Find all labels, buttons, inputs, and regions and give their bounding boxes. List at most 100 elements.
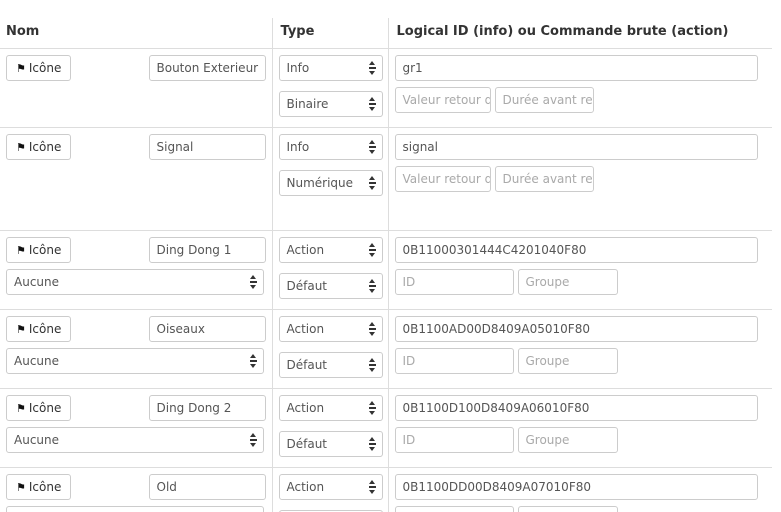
table-row: ⚑ Icône Ding Dong 1 Aucune Action Défaut 0B110… [0, 230, 772, 310]
commands-table: Nom Type Logical ID (info) ou Commande b… [0, 18, 772, 512]
command-input[interactable]: signal [394, 134, 758, 160]
name-input[interactable]: Old [148, 474, 266, 500]
command-table-page: Nom Type Logical ID (info) ou Commande b… [0, 0, 781, 512]
groupe-input[interactable]: Groupe [517, 269, 618, 295]
subtype-select[interactable]: Numérique [278, 170, 383, 196]
table-body: ⚑ Icône Bouton Exterieur Info Binaire gr1 Vale… [0, 48, 772, 512]
type-select[interactable]: Action [278, 316, 383, 342]
icon-select[interactable]: Aucune [6, 269, 264, 295]
icon-picker-label: Icône [28, 480, 62, 494]
type-select[interactable]: Info [278, 55, 383, 81]
groupe-input[interactable]: Groupe [517, 348, 618, 374]
icon-picker-button[interactable]: ⚑ Icône [6, 474, 72, 500]
flag-icon: ⚑ [16, 323, 26, 336]
id-input[interactable]: ID [394, 506, 514, 512]
name-input[interactable]: Bouton Exterieur [148, 55, 266, 81]
icon-picker-label: Icône [28, 401, 62, 415]
cell-nom: ⚑ Icône Bouton Exterieur [0, 48, 272, 128]
name-input[interactable]: Signal [148, 134, 266, 160]
select-arrows-icon [368, 140, 376, 154]
duree-avant-retour-input[interactable]: Durée avant reto [494, 87, 594, 113]
select-arrows-icon [368, 176, 376, 190]
cell-nom: ⚑ Icône Signal [0, 127, 272, 231]
select-arrows-icon [250, 354, 257, 368]
flag-icon: ⚑ [16, 141, 26, 154]
groupe-input[interactable]: Groupe [517, 427, 618, 453]
subtype-select[interactable]: Défaut [278, 352, 383, 378]
select-arrows-icon [368, 97, 376, 111]
command-input[interactable]: 0B1100DD00D8409A07010F80 [394, 474, 758, 500]
flag-icon: ⚑ [16, 244, 26, 257]
cell-commande: 0B1100AD00D8409A05010F80 ID Groupe [387, 309, 772, 389]
icon-picker-label: Icône [28, 322, 62, 336]
type-select[interactable]: Action [278, 395, 383, 421]
icon-select[interactable]: Aucune [6, 348, 264, 374]
table-header-row: Nom Type Logical ID (info) ou Commande b… [0, 18, 772, 49]
table-row: ⚑ Icône Bouton Exterieur Info Binaire gr1 Vale… [0, 48, 772, 128]
select-arrows-icon [368, 322, 376, 336]
cell-type: Action Défaut [271, 309, 388, 389]
select-arrows-icon [368, 437, 376, 451]
cell-commande: 0B1100DD00D8409A07010F80 IDGroupe [387, 467, 772, 512]
cell-type: Action Défaut [271, 388, 388, 468]
cell-type: Info Numérique [271, 127, 388, 231]
select-arrows-icon [368, 358, 376, 372]
command-input[interactable]: 0B1100AD00D8409A05010F80 [394, 316, 758, 342]
groupe-input[interactable]: Groupe [517, 506, 618, 512]
cell-type: ActionDéfaut [271, 467, 388, 512]
cell-nom: ⚑Icône Old Aucune [0, 467, 272, 512]
cell-commande: gr1 Valeur retour d'éDurée avant reto [387, 48, 772, 128]
icon-picker-button[interactable]: ⚑ Icône [6, 316, 72, 342]
flag-icon: ⚑ [16, 481, 26, 494]
icon-picker-label: Icône [28, 61, 62, 75]
id-input[interactable]: ID [394, 427, 514, 453]
cell-nom: ⚑ Icône Ding Dong 2 Aucune [0, 388, 272, 468]
command-input[interactable]: 0B1100D100D8409A06010F80 [394, 395, 758, 421]
select-arrows-icon [368, 401, 376, 415]
id-input[interactable]: ID [394, 348, 514, 374]
duree-avant-retour-input[interactable]: Durée avant reto [494, 166, 594, 192]
table-row: ⚑ Icône Ding Dong 2 Aucune Action Défaut 0B110… [0, 388, 772, 468]
subtype-select[interactable]: Défaut [278, 273, 383, 299]
subtype-select[interactable]: Défaut [278, 431, 383, 457]
valeur-retour-input[interactable]: Valeur retour d'é [394, 87, 491, 113]
id-input[interactable]: ID [394, 269, 514, 295]
icon-picker-label: Icône [28, 140, 62, 154]
command-input[interactable]: 0B11000301444C4201040F80 [394, 237, 758, 263]
icon-picker-button[interactable]: ⚑ Icône [6, 395, 72, 421]
type-select[interactable]: Action [278, 474, 383, 500]
select-arrows-icon [368, 61, 376, 75]
column-header-nom: Nom [0, 18, 272, 49]
column-header-commande: Logical ID (info) ou Commande brute (act… [387, 18, 772, 49]
icon-picker-button[interactable]: ⚑ Icône [6, 55, 72, 81]
select-arrows-icon [250, 433, 257, 447]
select-arrows-icon [250, 275, 257, 289]
flag-icon: ⚑ [16, 402, 26, 415]
subtype-select[interactable]: Binaire [278, 91, 383, 117]
type-select[interactable]: Action [278, 237, 383, 263]
cell-type: Action Défaut [271, 230, 388, 310]
cell-commande: signal Valeur retour d'éDurée avant reto [387, 127, 772, 231]
select-arrows-icon [368, 279, 376, 293]
cell-nom: ⚑ Icône Ding Dong 1 Aucune [0, 230, 272, 310]
icon-select[interactable]: Aucune [6, 427, 264, 453]
select-arrows-icon [368, 243, 376, 257]
icon-picker-label: Icône [28, 243, 62, 257]
valeur-retour-input[interactable]: Valeur retour d'é [394, 166, 491, 192]
command-input[interactable]: gr1 [394, 55, 758, 81]
cell-commande: 0B1100D100D8409A06010F80 ID Groupe [387, 388, 772, 468]
icon-picker-button[interactable]: ⚑ Icône [6, 134, 72, 160]
icon-picker-button[interactable]: ⚑ Icône [6, 237, 72, 263]
table-head: Nom Type Logical ID (info) ou Commande b… [0, 18, 772, 49]
name-input[interactable]: Ding Dong 2 [148, 395, 266, 421]
name-input[interactable]: Oiseaux [148, 316, 266, 342]
type-select[interactable]: Info [278, 134, 383, 160]
select-arrows-icon [368, 480, 376, 494]
icon-select[interactable]: Aucune [6, 506, 264, 512]
flag-icon: ⚑ [16, 62, 26, 75]
cell-commande: 0B11000301444C4201040F80 ID Groupe [387, 230, 772, 310]
cell-type: Info Binaire [271, 48, 388, 128]
table-row: ⚑ Icône Oiseaux Aucune Action Défaut 0B1100AD0… [0, 309, 772, 389]
column-header-type: Type [271, 18, 388, 49]
name-input[interactable]: Ding Dong 1 [148, 237, 266, 263]
